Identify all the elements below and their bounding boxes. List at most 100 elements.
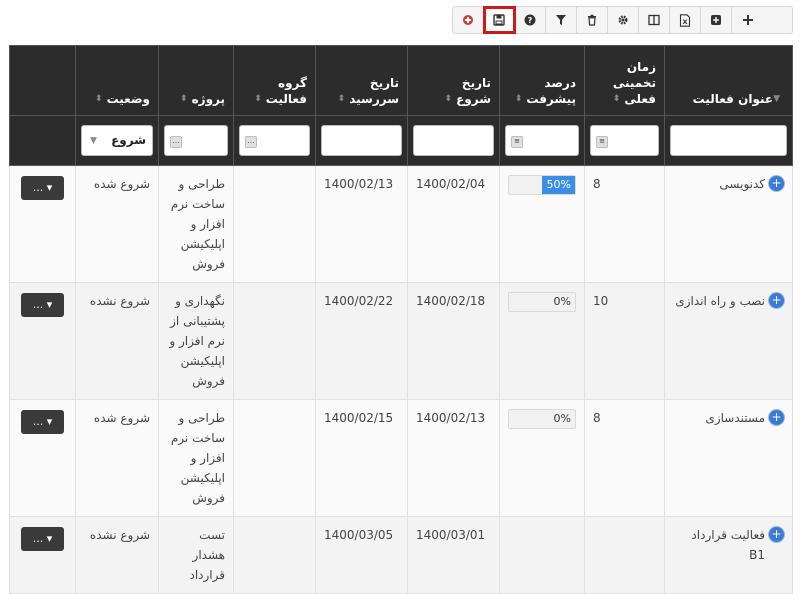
filter-group-input[interactable]: … (239, 125, 310, 156)
expand-plus-icon[interactable]: + (769, 527, 784, 542)
sort-icon: ⬍ (254, 94, 262, 104)
col-header-est[interactable]: زمان تخمینی فعلی⬍ (584, 45, 665, 116)
start-date: 1400/02/13 (416, 411, 486, 425)
settings-button[interactable] (608, 7, 639, 33)
due-date: 1400/02/15 (324, 411, 394, 425)
expand-plus-icon[interactable]: + (769, 410, 784, 425)
col-header-group[interactable]: گروه فعالیت⬍ (233, 45, 316, 116)
more-icon[interactable]: … (245, 136, 257, 148)
col-header-start[interactable]: تاریخ شروع⬍ (407, 45, 500, 116)
cell-start: 1400/02/18 (407, 282, 500, 400)
filter-row: ≡ ≡ … … شروع ▼ (9, 115, 793, 166)
col-header-progress[interactable]: درصد پیشرفت⬍ (499, 45, 585, 116)
cell-progress: 50% (499, 165, 585, 283)
caret-down-icon: ▾ (46, 532, 53, 545)
filter-project-cell: … (158, 115, 234, 166)
excel-export-button[interactable]: X (670, 7, 701, 33)
help-button[interactable]: ? (515, 7, 546, 33)
start-date: 1400/02/18 (416, 294, 486, 308)
cell-est: 10 (584, 282, 665, 400)
filter-est-input[interactable]: ≡ (590, 125, 659, 156)
filter-start-input[interactable] (413, 125, 494, 156)
filter-due-cell (315, 115, 408, 166)
cell-group (233, 516, 316, 594)
sort-icon: ⬍ (612, 94, 621, 104)
due-date: 1400/02/13 (324, 177, 394, 191)
filter-button[interactable] (546, 7, 577, 33)
svg-text:?: ? (528, 16, 533, 25)
status-text: شروع نشده (89, 294, 150, 308)
caret-down-icon: ▾ (46, 415, 53, 428)
filter-actions-cell (9, 115, 76, 166)
sort-desc-icon: ▼ (773, 94, 780, 104)
cell-title: + کدنویسی (664, 165, 793, 283)
cell-project: طراحی و ساخت نرم افزار و اپلیکیشن فروش (158, 399, 234, 517)
add-box-button[interactable] (701, 7, 732, 33)
expand-plus-icon[interactable]: + (769, 176, 784, 191)
filter-status-select[interactable]: شروع ▼ (81, 125, 153, 156)
activity-title[interactable]: نصب و راه اندازی (675, 291, 765, 311)
filter-progress-input[interactable]: ≡ (505, 125, 579, 156)
sort-icon: ⬍ (514, 94, 523, 104)
cell-start: 1400/02/13 (407, 399, 500, 517)
row-actions-button[interactable]: ... ▾ (21, 293, 64, 317)
row-actions-button[interactable]: ... ▾ (21, 410, 64, 434)
cell-start: 1400/02/04 (407, 165, 500, 283)
cell-title: + نصب و راه اندازی (664, 282, 793, 400)
save-layout-button[interactable] (483, 6, 516, 34)
table-row[interactable]: + مستندسازی 8 0% 1400/02/13 1400/02/15 طراحی و… (9, 399, 793, 517)
cell-due: 1400/02/15 (315, 399, 408, 517)
col-header-project[interactable]: پروژه⬍ (158, 45, 234, 116)
add-button[interactable] (732, 7, 763, 33)
col-header-actions (9, 45, 76, 116)
reset-layout-button[interactable] (453, 7, 484, 33)
sort-icon: ⬍ (180, 94, 188, 104)
filter-project-input[interactable]: … (164, 125, 228, 156)
project-name: تست هشدار قرارداد (189, 528, 225, 582)
cell-actions: ... ▾ (9, 399, 76, 517)
cell-title: + فعالیت قرارداد B1 (664, 516, 793, 594)
cell-est (584, 516, 665, 594)
activity-title[interactable]: کدنویسی (719, 174, 765, 194)
col-header-status[interactable]: وضعیت⬍ (75, 45, 159, 116)
filter-title-input[interactable] (670, 125, 787, 156)
row-actions-button[interactable]: ... ▾ (21, 527, 64, 551)
activity-title[interactable]: مستندسازی (705, 408, 765, 428)
expand-plus-icon[interactable]: + (769, 293, 784, 308)
filter-est-cell: ≡ (584, 115, 665, 166)
progress-bar: 50% (508, 175, 576, 195)
svg-text:X: X (682, 18, 687, 26)
filter-status-value: شروع (111, 133, 146, 147)
save-icon (493, 14, 505, 26)
col-header-due[interactable]: تاریخ سررسید⬍ (315, 45, 408, 116)
status-text: شروع شده (93, 177, 150, 191)
cell-actions: ... ▾ (9, 165, 76, 283)
cell-due: 1400/02/22 (315, 282, 408, 400)
columns-icon (648, 14, 660, 26)
project-name: نگهداری و پشتیبانی از نرم افزار و اپلیکی… (169, 294, 225, 388)
table-row[interactable]: + نصب و راه اندازی 10 0% 1400/02/18 1400/02/2… (9, 282, 793, 400)
col-header-title[interactable]: ▼عنوان فعالیت (664, 45, 793, 116)
more-icon[interactable]: … (170, 136, 182, 148)
cell-group (233, 282, 316, 400)
columns-button[interactable] (639, 7, 670, 33)
table-row[interactable]: + کدنویسی 8 50% 1400/02/04 1400/02/13 طراحی و … (9, 165, 793, 283)
delete-button[interactable] (577, 7, 608, 33)
sort-icon: ⬍ (444, 94, 453, 104)
chevron-down-icon: ▼ (90, 136, 97, 146)
status-text: شروع نشده (89, 528, 150, 542)
row-actions-button[interactable]: ... ▾ (21, 176, 64, 200)
cell-status: شروع نشده (75, 282, 159, 400)
filter-title-cell (664, 115, 793, 166)
row-actions-label: ... (32, 181, 44, 194)
filter-due-input[interactable] (321, 125, 402, 156)
filter-start-cell (407, 115, 500, 166)
operator-icon[interactable]: ≡ (596, 136, 608, 148)
gear-icon (618, 15, 628, 25)
cell-project: تست هشدار قرارداد (158, 516, 234, 594)
activity-title[interactable]: فعالیت قرارداد B1 (673, 525, 765, 565)
operator-icon[interactable]: ≡ (511, 136, 523, 148)
header-row: ▼عنوان فعالیت زمان تخمینی فعلی⬍ درصد پیش… (9, 45, 793, 116)
row-actions-label: ... (32, 415, 44, 428)
table-row[interactable]: + فعالیت قرارداد B1 1400/03/01 1400/03/05 تس… (9, 516, 793, 594)
